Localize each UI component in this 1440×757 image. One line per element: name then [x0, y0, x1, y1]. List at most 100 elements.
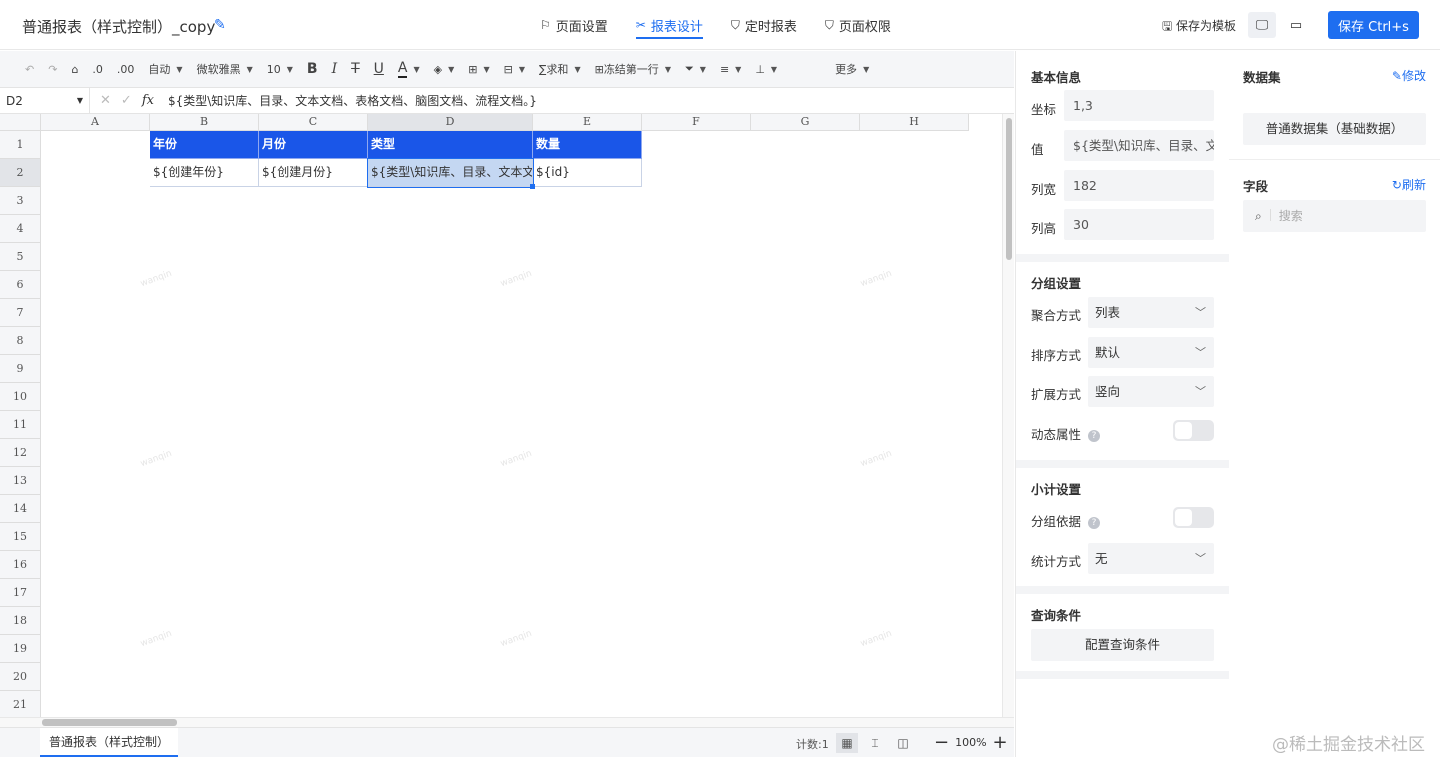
zoom-out-icon[interactable]: −	[934, 732, 949, 753]
column-header[interactable]: H	[860, 114, 969, 131]
row-header[interactable]: 10	[0, 383, 41, 411]
refresh-fields-link[interactable]: ↻刷新	[1392, 176, 1426, 193]
configure-query-button[interactable]: 配置查询条件	[1031, 629, 1214, 661]
font-family-select[interactable]: 微软雅黑 ▼	[190, 51, 260, 88]
column-header[interactable]: A	[41, 114, 150, 131]
font-color-button[interactable]: A ▼	[391, 51, 427, 88]
confirm-icon[interactable]: ✓	[121, 93, 132, 108]
dataset-item-button[interactable]: 普通数据集（基础数据）	[1243, 113, 1426, 145]
table-cell[interactable]: ${创建月份}	[259, 159, 368, 187]
coord-input[interactable]: 1,3	[1064, 90, 1214, 121]
tab-page-settings[interactable]: ⚐ 页面设置	[540, 0, 608, 50]
vertical-align-button[interactable]: ⊥ ▼	[748, 51, 784, 88]
decrease-decimal-icon[interactable]: .0	[85, 51, 110, 88]
desktop-view-icon[interactable]: 🖵	[1248, 12, 1276, 38]
dynamic-attr-toggle[interactable]	[1173, 420, 1214, 441]
row-header[interactable]: 4	[0, 215, 41, 243]
undo-icon[interactable]: ↶	[18, 51, 41, 88]
column-header[interactable]: C	[259, 114, 368, 131]
row-header[interactable]: 11	[0, 411, 41, 439]
help-icon[interactable]: ?	[1088, 430, 1101, 442]
row-header[interactable]: 13	[0, 467, 41, 495]
edit-dataset-link[interactable]: ✎修改	[1392, 67, 1426, 84]
cancel-icon[interactable]: ✕	[100, 93, 111, 108]
save-as-template-button[interactable]: 🖫 保存为模板	[1162, 17, 1236, 38]
more-button[interactable]: 更多 ▼	[828, 51, 876, 88]
page-layout-view-icon[interactable]: ◫	[892, 733, 914, 753]
fill-color-button[interactable]: ◈ ▼	[427, 51, 462, 88]
table-header-cell[interactable]: 数量	[533, 131, 642, 159]
stat-method-select[interactable]: 无 ﹀	[1088, 543, 1214, 574]
horizontal-scroll-thumb[interactable]	[42, 719, 177, 726]
row-header[interactable]: 20	[0, 663, 41, 691]
row-header[interactable]: 2	[0, 159, 41, 187]
row-header[interactable]: 6	[0, 271, 41, 299]
column-header[interactable]: B	[150, 114, 259, 131]
expand-select[interactable]: 竖向 ﹀	[1088, 376, 1214, 407]
edit-title-icon[interactable]: ✎	[214, 17, 226, 33]
column-width-input[interactable]: 182	[1064, 170, 1214, 201]
normal-view-icon[interactable]: ▦	[836, 733, 858, 753]
underline-button[interactable]: U	[367, 51, 391, 88]
zoom-in-icon[interactable]: +	[993, 732, 1008, 753]
table-header-cell[interactable]: 类型	[368, 131, 533, 159]
border-button[interactable]: ⊞ ▼	[461, 51, 496, 88]
column-header[interactable]: E	[533, 114, 642, 131]
table-header-cell[interactable]: 年份	[150, 131, 259, 159]
aggregation-select[interactable]: 列表 ﹀	[1088, 297, 1214, 328]
row-header[interactable]: 8	[0, 327, 41, 355]
row-header[interactable]: 3	[0, 187, 41, 215]
number-format-select[interactable]: 自动 ▼	[141, 51, 189, 88]
save-button[interactable]: 保存 Ctrl+s	[1328, 11, 1419, 39]
row-header[interactable]: 19	[0, 635, 41, 663]
cell-reference-select[interactable]: D2 ▼	[0, 87, 90, 114]
row-height-input[interactable]: 30	[1064, 209, 1214, 240]
merge-cells-button[interactable]: ⊟ ▼	[497, 51, 532, 88]
strikethrough-button[interactable]: T	[344, 51, 367, 88]
function-icon[interactable]: fx	[142, 93, 154, 108]
vertical-scrollbar[interactable]	[1002, 114, 1014, 717]
selected-cell[interactable]: ${类型\知识库、目录、文本文档、表格文档、脑图文档、流程文档。}	[367, 158, 534, 188]
row-header[interactable]: 21	[0, 691, 41, 717]
select-all-corner[interactable]	[0, 114, 41, 131]
tab-page-permissions[interactable]: ⛉ 页面权限	[825, 0, 891, 50]
sort-select[interactable]: 默认 ﹀	[1088, 337, 1214, 368]
column-header[interactable]: D	[368, 114, 533, 131]
tablet-view-icon[interactable]: ▭	[1282, 12, 1310, 38]
row-header[interactable]: 17	[0, 579, 41, 607]
row-header[interactable]: 5	[0, 243, 41, 271]
row-header[interactable]: 15	[0, 523, 41, 551]
horizontal-scrollbar[interactable]	[0, 717, 1014, 727]
format-painter-icon[interactable]: ⌂	[64, 51, 85, 88]
italic-button[interactable]: I	[325, 51, 345, 88]
spreadsheet-grid[interactable]: A B C D E F G H 1 2 3 4 5 6 7 8 9 10 11 12 13 14 15 16 17 18 19 20 2…	[0, 114, 1002, 717]
column-header[interactable]: F	[642, 114, 751, 131]
tab-report-design[interactable]: ✂ 报表设计	[635, 0, 703, 50]
redo-icon[interactable]: ↷	[41, 51, 64, 88]
table-cell[interactable]: ${创建年份}	[150, 159, 259, 187]
font-size-select[interactable]: 10 ▼	[260, 51, 300, 88]
sheet-tab[interactable]: 普通报表（样式控制）	[40, 728, 179, 757]
row-header[interactable]: 16	[0, 551, 41, 579]
fill-handle[interactable]	[530, 184, 535, 189]
table-header-cell[interactable]: 月份	[259, 131, 368, 159]
table-cell[interactable]: ${id}	[533, 159, 642, 187]
formula-input[interactable]: ${类型\知识库、目录、文本文档、表格文档、脑图文档、流程文档。}	[164, 92, 537, 109]
page-break-view-icon[interactable]: ⌶	[864, 733, 886, 753]
align-button[interactable]: ≡ ▼	[713, 51, 748, 88]
field-search-input[interactable]: ⌕ 搜索	[1243, 200, 1426, 232]
bold-button[interactable]: B	[300, 51, 325, 88]
value-input[interactable]: ${类型\知识库、目录、文本文档、表格文档、脑图文档、流程文档。}	[1064, 130, 1214, 161]
sum-button[interactable]: ∑ 求和 ▼	[532, 51, 588, 88]
group-basis-toggle[interactable]	[1173, 507, 1214, 528]
vertical-scroll-thumb[interactable]	[1006, 118, 1012, 260]
row-header[interactable]: 1	[0, 131, 41, 159]
freeze-button[interactable]: ⊞ 冻结第一行 ▼	[588, 51, 678, 88]
row-header[interactable]: 14	[0, 495, 41, 523]
filter-button[interactable]: ⏷ ▼	[678, 51, 713, 88]
tab-scheduled-report[interactable]: ⛉ 定时报表	[731, 0, 797, 50]
increase-decimal-icon[interactable]: .00	[110, 51, 142, 88]
row-header[interactable]: 9	[0, 355, 41, 383]
help-icon[interactable]: ?	[1088, 517, 1101, 529]
column-header[interactable]: G	[751, 114, 860, 131]
